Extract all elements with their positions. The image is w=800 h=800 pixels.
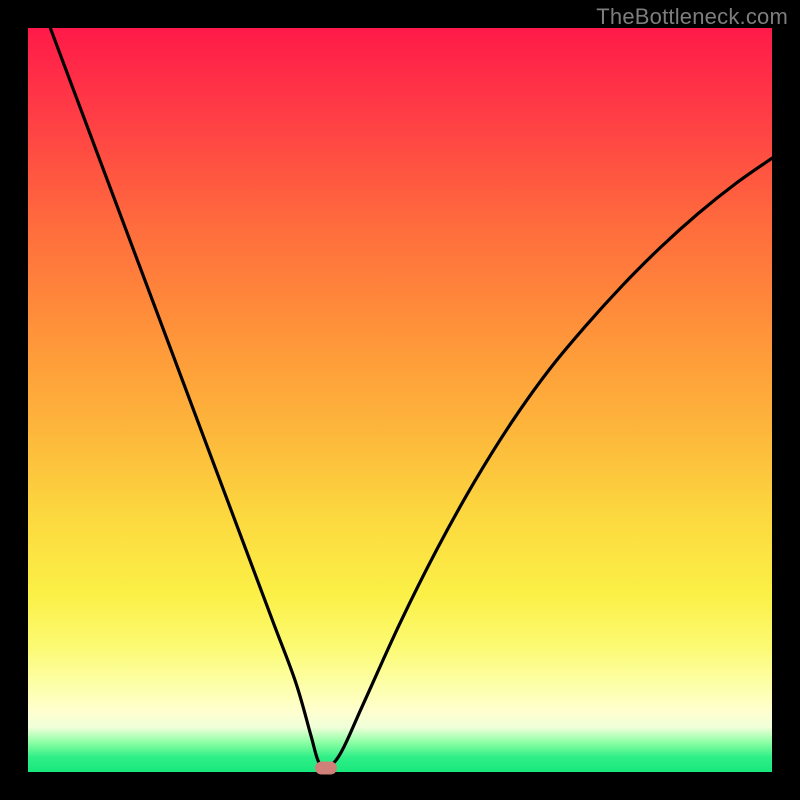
watermark-text: TheBottleneck.com <box>596 4 788 30</box>
chart-frame: TheBottleneck.com <box>0 0 800 800</box>
curve-svg <box>28 28 772 772</box>
minimum-marker <box>315 762 337 775</box>
bottleneck-curve <box>50 28 772 769</box>
plot-area <box>28 28 772 772</box>
